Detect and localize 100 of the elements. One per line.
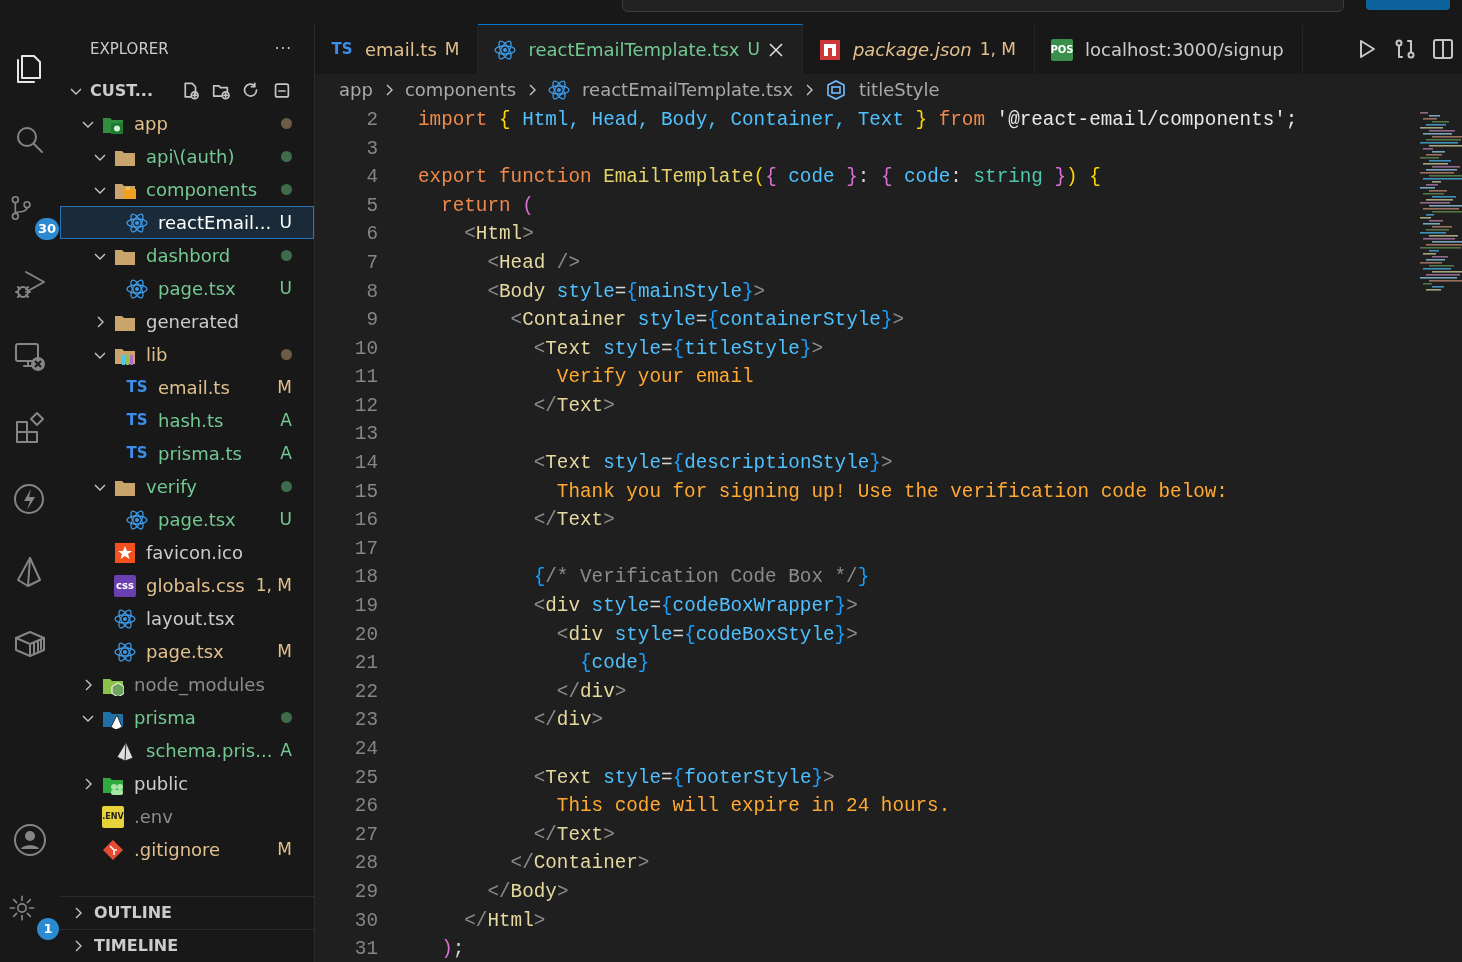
tree-item[interactable]: css globals.css 1, M	[60, 569, 314, 602]
atom-icon	[126, 508, 148, 531]
line-number: 5	[365, 193, 378, 219]
code-line: </div>	[555, 679, 627, 705]
code-line: This code will expire in 24 hours.	[555, 794, 951, 820]
tree-item[interactable]: TS prisma.ts A	[60, 437, 314, 470]
atom-icon	[114, 607, 136, 630]
line-number: 30	[353, 908, 378, 934]
tree-item[interactable]: TS hash.ts A	[60, 404, 314, 437]
atom-icon	[126, 211, 148, 234]
line-number: 23	[353, 708, 378, 734]
tree-item[interactable]: prisma	[60, 701, 314, 734]
line-number: 10	[353, 336, 378, 362]
tree-item[interactable]: lib	[60, 338, 314, 371]
package-icon	[818, 38, 841, 61]
tree-item[interactable]: node_modules	[60, 668, 314, 701]
breadcrumb-item[interactable]: app	[339, 76, 373, 104]
line-number: 6	[365, 222, 378, 248]
code-line: <Text style={titleStyle}>	[532, 336, 824, 362]
tree-item[interactable]: favicon.ico	[60, 536, 314, 569]
code-line: {code}	[579, 651, 650, 677]
line-number: 3	[365, 136, 378, 162]
code-line: </div>	[532, 708, 604, 734]
tree-item[interactable]: reactEmail... U	[60, 206, 314, 239]
pos-icon: POS	[1051, 38, 1073, 61]
code-line: </Html>	[463, 908, 546, 934]
tree-item[interactable]: layout.tsx	[60, 602, 314, 635]
line-number: 16	[353, 508, 378, 534]
line-number: 4	[365, 165, 378, 191]
workspace-title[interactable]: CUST...	[90, 78, 153, 103]
more-actions-button[interactable]: ···	[274, 37, 292, 61]
tree-item[interactable]: .ENV .env	[60, 800, 314, 833]
atom-icon	[494, 38, 517, 61]
line-number: 21	[353, 651, 378, 677]
breadcrumb-item[interactable]: reactEmailTemplate.tsx	[582, 76, 794, 104]
code-line: <Container style={containerStyle}>	[509, 308, 905, 334]
line-number: 8	[365, 279, 378, 305]
code-line: <Head />	[486, 250, 580, 276]
account-icon[interactable]	[12, 822, 48, 858]
line-number: 11	[353, 365, 378, 391]
close-icon[interactable]	[767, 41, 784, 58]
line-number: 27	[353, 822, 378, 848]
tree-item[interactable]: page.tsx U	[60, 503, 314, 536]
diamond-icon	[102, 838, 124, 861]
section-header[interactable]: OUTLINE	[60, 896, 314, 929]
tree-item[interactable]: generated	[60, 305, 314, 338]
tree-item[interactable]: api\(auth)	[60, 140, 314, 173]
split-editor-icon[interactable]	[1432, 38, 1454, 60]
code-line: Verify your email	[555, 365, 754, 391]
tree-item[interactable]: public	[60, 767, 314, 800]
symbol-icon	[825, 78, 848, 101]
tree-item[interactable]: dashbord	[60, 239, 314, 272]
line-number: 31	[353, 937, 378, 962]
code-line: </Text>	[532, 822, 615, 848]
typescript-icon: TS	[126, 409, 148, 432]
line-number: 20	[353, 622, 378, 648]
line-number: 26	[353, 794, 378, 820]
compare-changes-icon[interactable]	[1394, 38, 1416, 60]
breadcrumb-item[interactable]: titleStyle	[859, 76, 940, 104]
tree-item[interactable]: verify	[60, 470, 314, 503]
notification-badge: 30	[34, 218, 59, 240]
tree-item[interactable]: .gitignore M	[60, 833, 314, 866]
line-number: 19	[353, 594, 378, 620]
code-line: {/* Verification Code Box */}	[532, 565, 870, 591]
line-number: 15	[353, 479, 378, 505]
line-number: 13	[353, 422, 378, 448]
line-number: 7	[365, 250, 378, 276]
code-line: </Body>	[486, 879, 569, 905]
tree-item[interactable]: app	[60, 107, 314, 140]
line-number: 17	[353, 536, 378, 562]
line-number: 28	[353, 851, 378, 877]
code-line: <Text style={descriptionStyle}>	[532, 451, 893, 477]
section-header[interactable]: TIMELINE	[60, 929, 314, 962]
notification-badge: 1	[37, 918, 59, 940]
line-number: 29	[353, 879, 378, 905]
code-line: import { Html, Head, Body, Container, Text } from '@react-email/components';	[417, 107, 1298, 133]
line-number: 2	[365, 107, 378, 133]
tree-item[interactable]: page.tsx M	[60, 635, 314, 668]
atom-icon	[548, 78, 571, 101]
breadcrumb-item[interactable]: components	[404, 76, 517, 104]
code-line: export function EmailTemplate({ code }: { code: string }) {	[417, 165, 1101, 191]
line-number: 25	[353, 765, 378, 791]
tree-item[interactable]: components	[60, 173, 314, 206]
tree-item[interactable]: page.tsx U	[60, 272, 314, 305]
settings-icon[interactable]	[7, 893, 37, 923]
line-number: 24	[353, 737, 378, 762]
code-line: <div style={codeBoxWrapper}>	[532, 594, 858, 620]
atom-icon	[114, 640, 136, 663]
atom-icon	[126, 277, 148, 300]
code-line: <Text style={footerStyle}>	[532, 765, 835, 791]
tree-item[interactable]: TS email.ts M	[60, 371, 314, 404]
code-line: );	[440, 937, 465, 962]
css-file-icon: css	[114, 574, 136, 597]
tree-item[interactable]: schema.pris... A	[60, 734, 314, 767]
code-line: <Html>	[463, 222, 534, 248]
line-number: 9	[365, 308, 378, 334]
editor-tab[interactable]: reactEmailTemplate.tsx U	[478, 24, 803, 74]
env-file-icon: .ENV	[102, 805, 124, 828]
explorer-title: EXPLORER	[90, 38, 169, 60]
line-number: 14	[353, 451, 378, 477]
